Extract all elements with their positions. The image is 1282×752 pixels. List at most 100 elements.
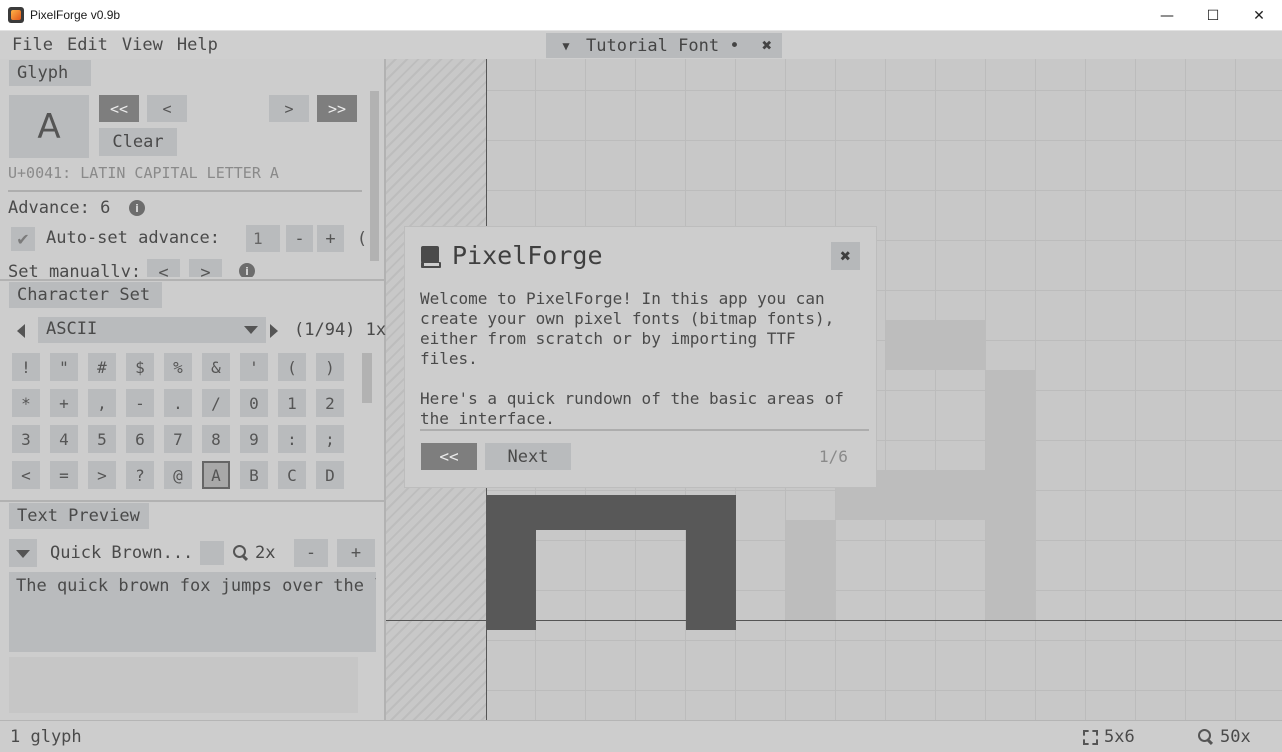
- chevron-down-icon: [16, 550, 30, 558]
- charset-cell[interactable]: 4: [50, 425, 78, 453]
- glyph-pixel: [886, 320, 986, 370]
- auto-set-advance-checkbox[interactable]: ✔: [11, 227, 35, 251]
- charset-cell[interactable]: 3: [12, 425, 40, 453]
- preview-zoom-in-button[interactable]: +: [337, 539, 375, 567]
- dialog-prev-button[interactable]: <<: [421, 443, 477, 470]
- info-icon[interactable]: i: [129, 200, 145, 216]
- minimize-button[interactable]: —: [1144, 0, 1190, 31]
- triangle-down-icon[interactable]: ▼: [546, 39, 586, 53]
- preview-zoom-out-button[interactable]: -: [294, 539, 328, 567]
- manual-advance-prev-button[interactable]: <: [147, 259, 180, 277]
- charset-cell[interactable]: +: [50, 389, 78, 417]
- next-glyph-button[interactable]: >: [269, 95, 309, 122]
- section-divider: [0, 279, 384, 281]
- chevron-down-icon: [244, 326, 258, 334]
- dialog-close-button[interactable]: ✖: [831, 242, 860, 270]
- charset-dropdown[interactable]: ASCII: [38, 317, 266, 343]
- charset-cell[interactable]: ?: [126, 461, 154, 489]
- charset-cell[interactable]: %: [164, 353, 192, 381]
- charset-cell[interactable]: /: [202, 389, 230, 417]
- menu-bar: File Edit View Help ▼ Tutorial Font • ✖: [0, 31, 1282, 59]
- charset-cell[interactable]: 6: [126, 425, 154, 453]
- charset-cell[interactable]: D: [316, 461, 344, 489]
- charset-cell[interactable]: A: [202, 461, 230, 489]
- window-controls: — ☐ ✕: [1144, 0, 1282, 31]
- charset-cell[interactable]: 8: [202, 425, 230, 453]
- charset-cell[interactable]: 9: [240, 425, 268, 453]
- charset-cell[interactable]: ,: [88, 389, 116, 417]
- glyph-preview: A: [9, 95, 89, 158]
- dialog-next-button[interactable]: Next: [485, 443, 571, 470]
- glyph-count: 1 glyph: [10, 727, 82, 747]
- preview-color-swatch[interactable]: [200, 541, 224, 565]
- triangle-right-icon[interactable]: [270, 324, 278, 338]
- text-preview-section-tab[interactable]: Text Preview: [9, 503, 149, 529]
- charset-cell[interactable]: @: [164, 461, 192, 489]
- triangle-left-icon[interactable]: [17, 324, 25, 338]
- charset-cell[interactable]: 0: [240, 389, 268, 417]
- auto-set-advance-input[interactable]: 1: [246, 225, 280, 252]
- window-titlebar: PixelForge v0.9b — ☐ ✕: [0, 0, 1282, 31]
- glyph-pixel: [786, 520, 836, 620]
- charset-cell[interactable]: 2: [316, 389, 344, 417]
- preview-text-input[interactable]: The quick brown fox jumps over the lazy …: [9, 572, 376, 652]
- charset-cell[interactable]: ": [50, 353, 78, 381]
- document-close-icon[interactable]: ✖: [752, 36, 782, 56]
- info-icon[interactable]: (: [355, 225, 368, 252]
- text-preview-controls: Quick Brown... 2x - +: [9, 539, 379, 567]
- last-glyph-button[interactable]: >>: [317, 95, 357, 122]
- preview-sample-name[interactable]: Quick Brown...: [50, 543, 193, 563]
- advance-increment-button[interactable]: +: [317, 225, 344, 252]
- charset-cell[interactable]: ': [240, 353, 268, 381]
- charset-cell[interactable]: .: [164, 389, 192, 417]
- prev-glyph-button[interactable]: <: [147, 95, 187, 122]
- glyph-unicode-name: U+0041: LATIN CAPITAL LETTER A: [8, 164, 279, 182]
- menu-help[interactable]: Help: [177, 35, 218, 55]
- charset-cell[interactable]: ): [316, 353, 344, 381]
- preview-render-area: [9, 657, 358, 713]
- charset-cell[interactable]: #: [88, 353, 116, 381]
- frame-icon: [1083, 729, 1098, 745]
- menu-view[interactable]: View: [122, 35, 163, 55]
- charset-cell[interactable]: &: [202, 353, 230, 381]
- dialog-paragraph: Here's a quick rundown of the basic area…: [420, 389, 844, 428]
- charset-cell[interactable]: $: [126, 353, 154, 381]
- glyph-section-tab[interactable]: Glyph: [9, 60, 91, 86]
- menu-edit[interactable]: Edit: [67, 35, 108, 55]
- charset-cell[interactable]: :: [278, 425, 306, 453]
- preview-zoom: 2x: [233, 543, 275, 563]
- charset-cell[interactable]: ;: [316, 425, 344, 453]
- menu-file[interactable]: File: [12, 35, 53, 55]
- advance-label: Advance: 6: [8, 198, 111, 218]
- glyph-panel-scrollbar[interactable]: [370, 91, 379, 261]
- charset-cell[interactable]: 7: [164, 425, 192, 453]
- unsaved-indicator: •: [729, 35, 740, 56]
- glyph-pixel: [486, 495, 536, 630]
- magnifier-icon: [233, 545, 249, 561]
- charset-cell[interactable]: (: [278, 353, 306, 381]
- charset-section-tab[interactable]: Character Set: [9, 282, 162, 308]
- charset-scrollbar[interactable]: [362, 353, 372, 403]
- first-glyph-button[interactable]: <<: [99, 95, 139, 122]
- manual-advance-next-button[interactable]: >: [189, 259, 222, 277]
- charset-cell[interactable]: <: [12, 461, 40, 489]
- charset-cell[interactable]: 5: [88, 425, 116, 453]
- charset-cell[interactable]: -: [126, 389, 154, 417]
- charset-cell[interactable]: C: [278, 461, 306, 489]
- advance-decrement-button[interactable]: -: [286, 225, 313, 252]
- clear-glyph-button[interactable]: Clear: [99, 128, 177, 156]
- preview-sample-dropdown[interactable]: [9, 539, 37, 567]
- book-icon: [421, 246, 441, 268]
- document-tab-name: Tutorial Font: [586, 35, 720, 56]
- charset-cell[interactable]: B: [240, 461, 268, 489]
- charset-cell[interactable]: *: [12, 389, 40, 417]
- charset-cell[interactable]: >: [88, 461, 116, 489]
- document-tab[interactable]: ▼ Tutorial Font • ✖: [546, 33, 782, 58]
- info-icon[interactable]: i: [239, 263, 255, 277]
- charset-cell[interactable]: 1: [278, 389, 306, 417]
- maximize-button[interactable]: ☐: [1190, 0, 1236, 31]
- tutorial-dialog: PixelForge ✖ Welcome to PixelForge! In t…: [405, 227, 876, 487]
- close-window-button[interactable]: ✕: [1236, 0, 1282, 31]
- charset-cell[interactable]: !: [12, 353, 40, 381]
- charset-cell[interactable]: =: [50, 461, 78, 489]
